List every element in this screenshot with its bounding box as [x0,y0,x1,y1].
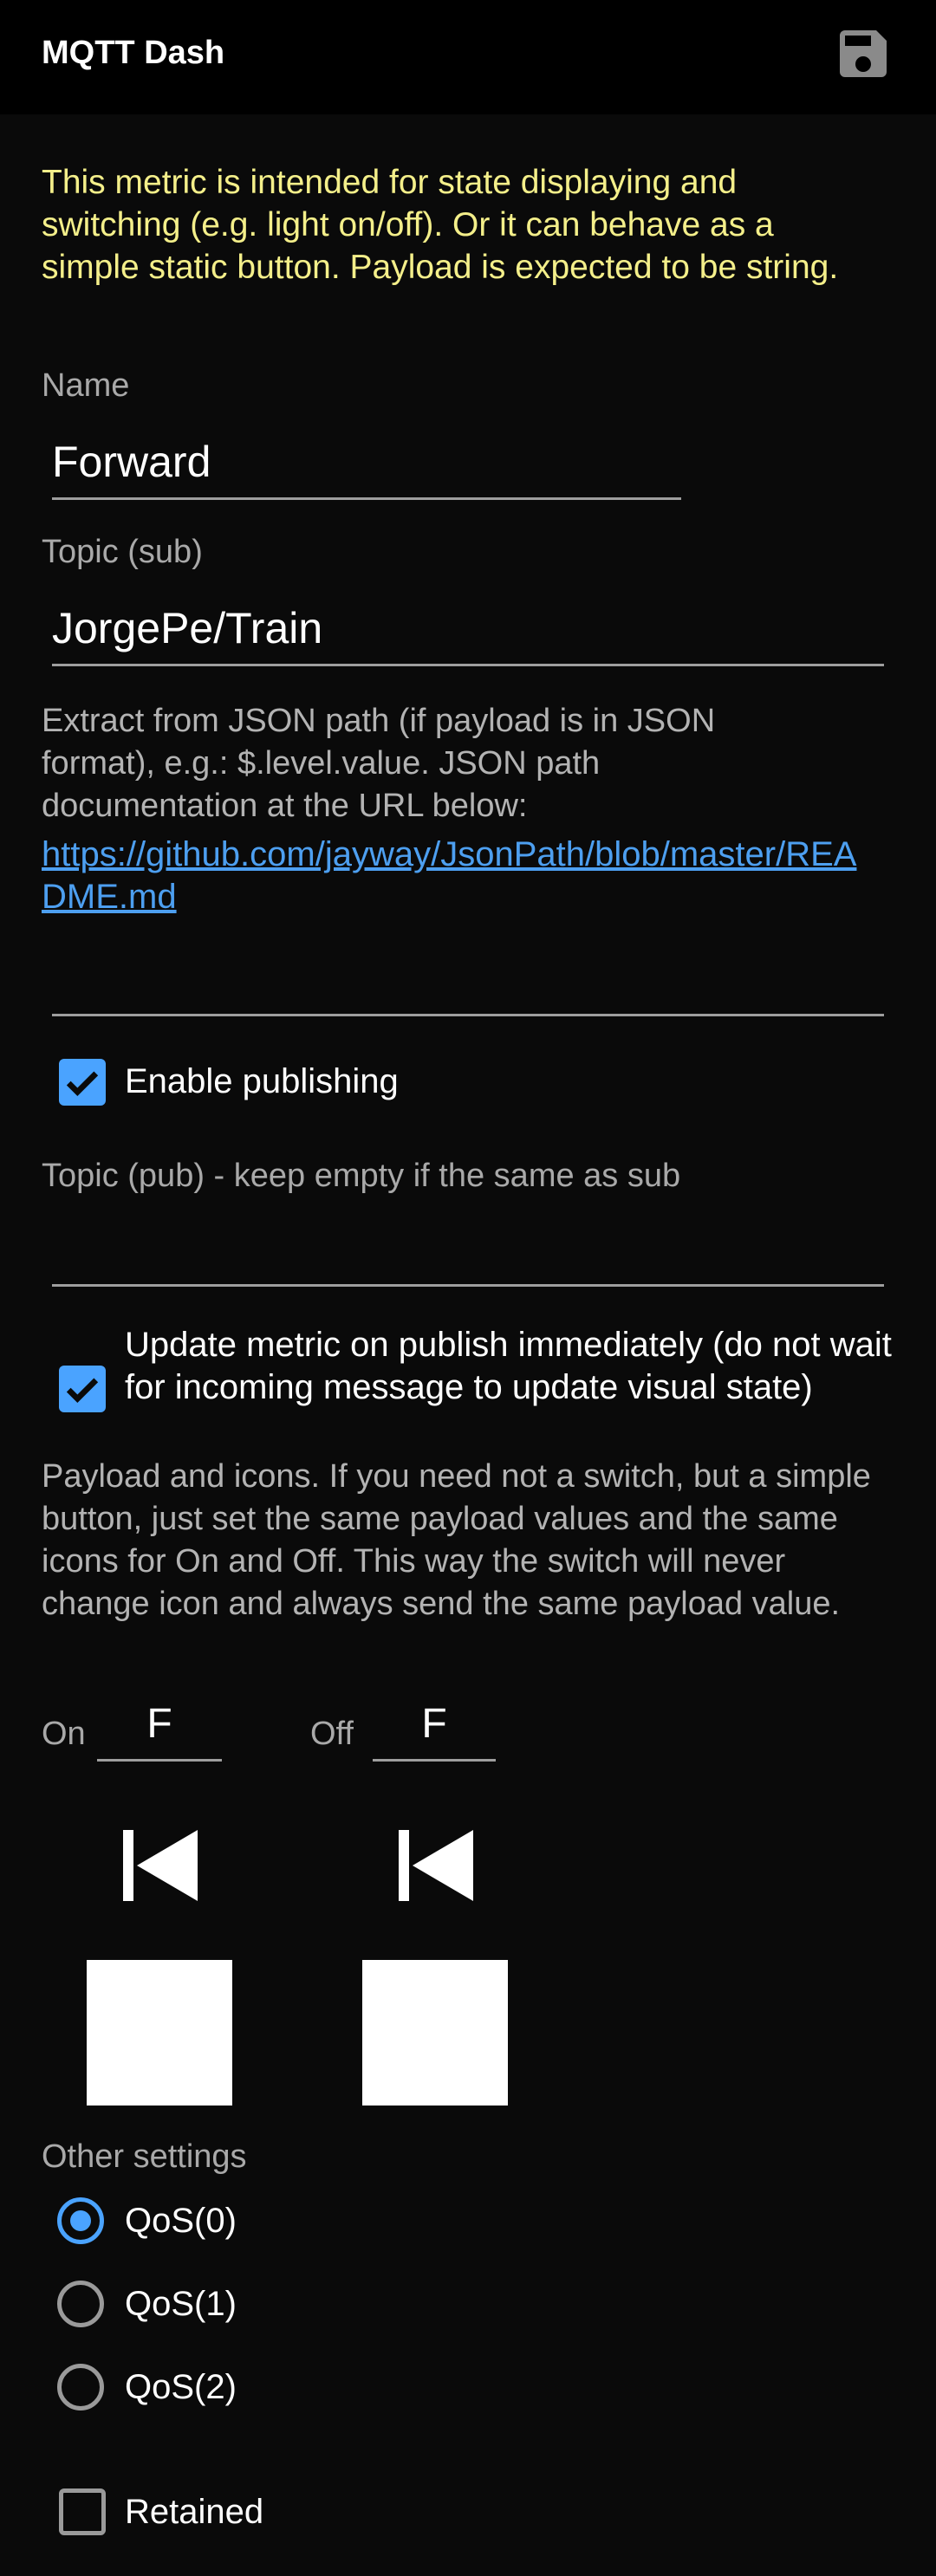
checkbox-unchecked-icon [59,2488,106,2535]
on-label: On [42,1716,86,1752]
skip-previous-icon[interactable] [121,1827,199,1904]
off-payload-field[interactable]: F [373,1700,496,1762]
on-payload-value: F [146,1701,172,1747]
on-payload-field[interactable]: F [97,1700,222,1762]
qos-0-radio[interactable]: QoS(0) [57,2197,404,2249]
qos-2-radio[interactable]: QoS(2) [57,2364,404,2416]
on-payload-underline [97,1759,222,1762]
retained-label: Retained [125,2493,264,2531]
intro-description: This metric is intended for state displa… [42,164,839,286]
topic-pub-field[interactable] [52,1258,884,1293]
topic-sub-label: Topic (sub) [42,534,203,570]
qos-0-label: QoS(0) [125,2202,237,2240]
off-payload-value: F [421,1701,447,1747]
qos-2-label: QoS(2) [125,2368,237,2406]
json-path-help: Extract from JSON path (if payload is in… [42,703,716,824]
name-label: Name [42,367,130,404]
topic-sub-value: JorgePe/Train [52,604,323,652]
qos-1-radio[interactable]: QoS(1) [57,2281,404,2333]
radio-unselected-icon [57,2364,104,2411]
topic-pub-label: Topic (pub) - keep empty if the same as … [42,1158,681,1194]
json-path-field[interactable] [52,981,884,1016]
skip-previous-icon[interactable] [397,1827,475,1904]
json-path-underline [52,1014,884,1016]
topic-sub-underline [52,664,884,666]
other-settings-label: Other settings [42,2138,247,2175]
qos-1-label: QoS(1) [125,2285,237,2323]
retained-checkbox[interactable]: Retained [59,2488,406,2540]
off-label: Off [310,1716,354,1752]
app-title: MQTT Dash [42,35,225,71]
payload-help: Payload and icons. If you need not a swi… [42,1458,871,1622]
update-immediately-checkbox[interactable]: Update metric on publish immediately (do… [59,1324,892,1454]
floppy-disk-icon[interactable] [832,23,894,85]
radio-unselected-icon [57,2281,104,2327]
name-underline [52,497,681,500]
name-field[interactable]: Forward [52,437,681,515]
radio-selected-icon [57,2197,104,2244]
enable-publishing-label: Enable publishing [125,1062,399,1100]
off-payload-underline [373,1759,496,1762]
on-color-swatch[interactable] [87,1960,232,2106]
json-path-doc-link[interactable]: https://github.com/jayway/JsonPath/blob/… [42,834,874,918]
enable-publishing-checkbox[interactable]: Enable publishing [59,1059,579,1111]
checkbox-checked-icon [59,1366,106,1412]
topic-pub-underline [52,1284,884,1287]
name-value: Forward [52,438,211,486]
off-color-swatch[interactable] [362,1960,508,2106]
update-immediately-label: Update metric on publish immediately (do… [125,1326,892,1406]
checkbox-checked-icon [59,1059,106,1106]
topic-sub-field[interactable]: JorgePe/Train [52,603,884,681]
app-bar: MQTT Dash [0,0,936,114]
